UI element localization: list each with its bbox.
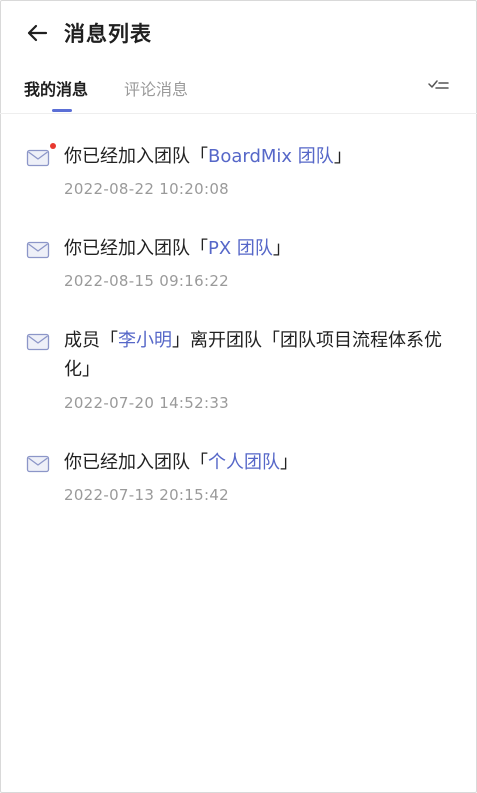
tab-bar: 我的消息 评论消息 bbox=[0, 68, 477, 114]
team-link[interactable]: PX 团队 bbox=[208, 238, 273, 259]
unread-dot bbox=[50, 143, 56, 149]
mail-icon bbox=[26, 455, 50, 473]
mail-icon bbox=[26, 333, 50, 351]
message-prefix: 你已经加入团队「 bbox=[64, 238, 208, 259]
arrow-left-icon bbox=[27, 24, 48, 42]
message-time: 2022-07-20 14:52:33 bbox=[64, 394, 230, 412]
mail-icon bbox=[26, 149, 50, 167]
message-suffix: 」 bbox=[272, 238, 291, 259]
mail-icon bbox=[26, 241, 50, 259]
tab-my-messages[interactable]: 我的消息 bbox=[24, 76, 88, 100]
message-prefix: 你已经加入团队「 bbox=[64, 452, 208, 473]
team-link[interactable]: 个人团队 bbox=[208, 452, 280, 473]
header: 消息列表 bbox=[0, 0, 477, 64]
message-time: 2022-07-13 20:15:42 bbox=[64, 486, 230, 504]
message-suffix: 」 bbox=[280, 452, 298, 473]
tab-comment-messages[interactable]: 评论消息 bbox=[124, 76, 188, 100]
message-suffix: 」 bbox=[333, 146, 352, 167]
active-tab-indicator bbox=[52, 109, 72, 112]
mark-all-read-button[interactable] bbox=[427, 76, 451, 96]
team-link[interactable]: BoardMix 团队 bbox=[208, 146, 334, 167]
back-button[interactable] bbox=[24, 20, 50, 46]
message-text: 你已经加入团队「PX 团队」 bbox=[64, 234, 454, 263]
message-time: 2022-08-15 09:16:22 bbox=[64, 272, 230, 290]
message-text: 你已经加入团队「BoardMix 团队」 bbox=[64, 142, 454, 171]
message-prefix: 你已经加入团队「 bbox=[64, 146, 208, 167]
page-title: 消息列表 bbox=[64, 22, 152, 46]
message-prefix: 成员「 bbox=[64, 330, 118, 351]
message-time: 2022-08-22 10:20:08 bbox=[64, 180, 230, 198]
member-link[interactable]: 李小明 bbox=[118, 330, 172, 351]
message-text: 成员「李小明」离开团队「团队项目流程体系优化」 bbox=[64, 326, 454, 384]
check-list-icon bbox=[428, 80, 449, 89]
message-text: 你已经加入团队「个人团队」 bbox=[64, 448, 454, 477]
